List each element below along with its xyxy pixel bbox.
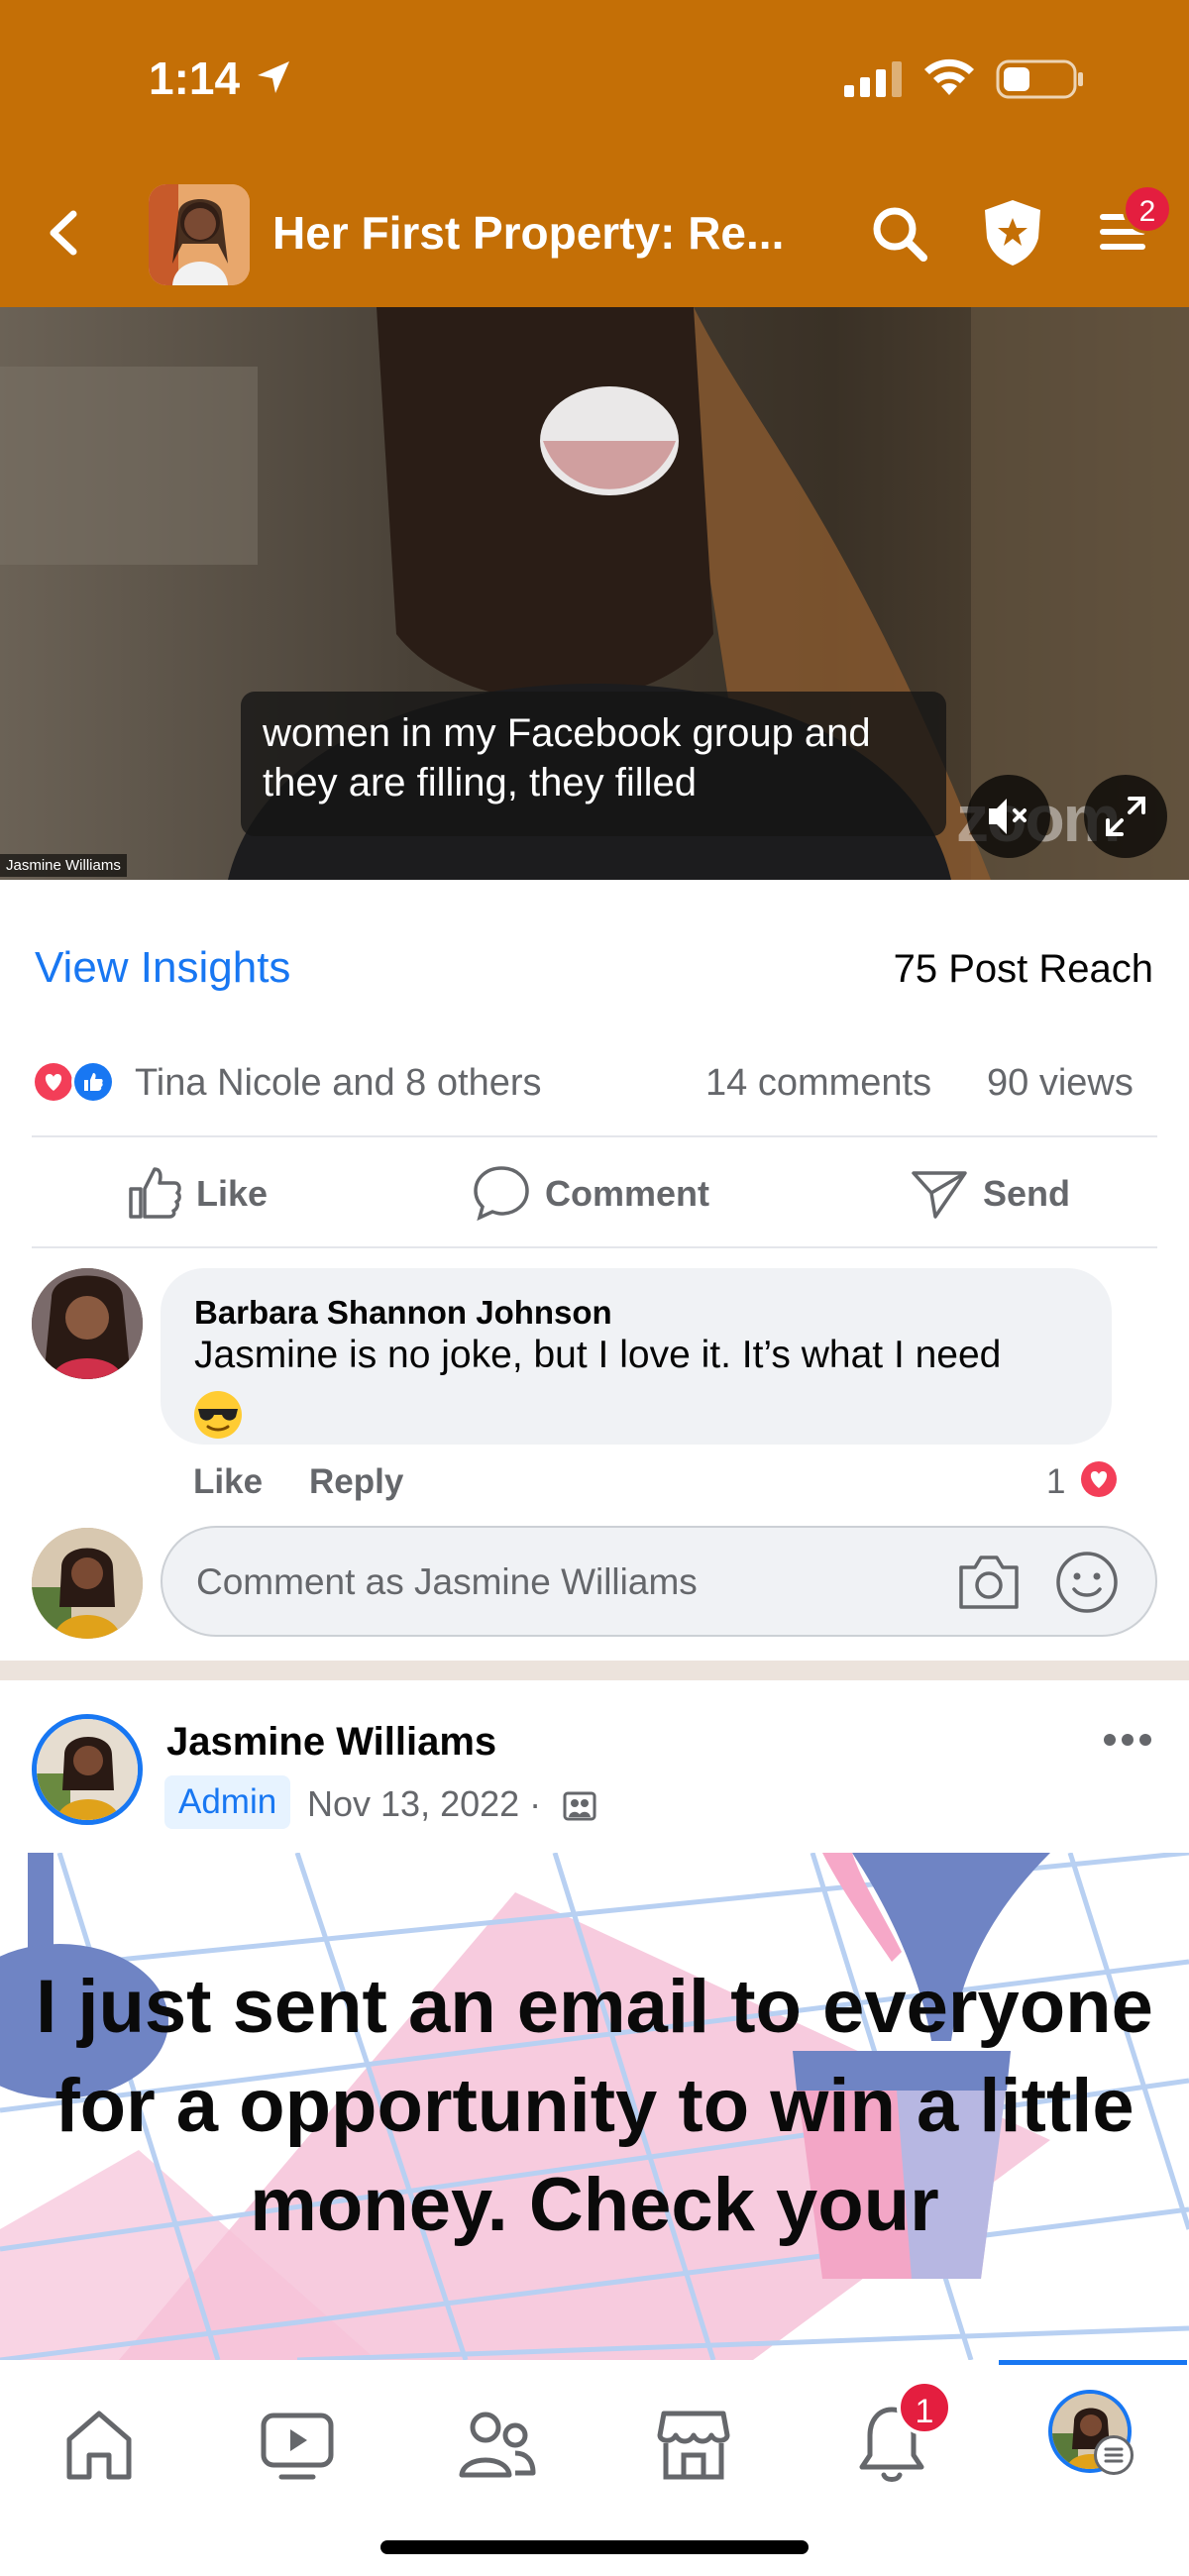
group-title[interactable]: Her First Property: Re... xyxy=(272,206,784,260)
comment-bubble-icon xyxy=(474,1166,529,1222)
group-nav-row: Her First Property: Re... 2 xyxy=(0,178,1189,287)
notification-badge: 1 xyxy=(897,2380,952,2435)
wifi-icon xyxy=(924,58,974,95)
camera-icon[interactable] xyxy=(955,1552,1023,1613)
signal-icon xyxy=(844,61,902,97)
tab-groups[interactable] xyxy=(446,2394,545,2493)
admin-badge: Admin xyxy=(164,1775,291,1829)
search-icon[interactable] xyxy=(870,204,929,264)
comments-count[interactable]: 14 comments xyxy=(705,1062,931,1105)
send-button[interactable]: Send xyxy=(910,1157,1108,1229)
speaker-label: Jasmine Williams xyxy=(0,854,127,877)
send-label: Send xyxy=(983,1173,1071,1214)
comment-button[interactable]: Comment xyxy=(472,1157,749,1229)
mute-icon xyxy=(989,799,1027,834)
reactions-summary[interactable]: Tina Nicole and 8 others 14 comments 90 … xyxy=(0,1050,1189,1120)
comment-bubble[interactable]: Barbara Shannon Johnson Jasmine is no jo… xyxy=(161,1268,1112,1445)
group-post-icon xyxy=(563,1791,596,1821)
friends-icon xyxy=(459,2412,536,2478)
post-image-text: I just sent an email to everyone for a o… xyxy=(36,1965,1153,2247)
tab-video[interactable] xyxy=(248,2394,347,2493)
admin-shield-icon[interactable] xyxy=(981,198,1044,268)
current-user-avatar xyxy=(32,1528,143,1639)
comment-reply-button[interactable]: Reply xyxy=(309,1462,403,1502)
comment-label: Comment xyxy=(545,1173,710,1214)
video-player[interactable]: women in my Facebook group and they are … xyxy=(0,307,1189,880)
divider xyxy=(32,1135,1157,1137)
post-author-name[interactable]: Jasmine Williams xyxy=(166,1720,496,1765)
post-image[interactable]: I just sent an email to everyone for a o… xyxy=(0,1853,1189,2360)
caption-line-2: they are filling, they filled xyxy=(263,761,698,805)
tab-home[interactable] xyxy=(50,2394,149,2493)
comment-input[interactable]: Comment as Jasmine Williams xyxy=(161,1526,1157,1637)
home-indicator xyxy=(380,2540,809,2554)
comment-like-button[interactable]: Like xyxy=(193,1462,263,1502)
reaction-icons xyxy=(32,1060,115,1104)
post-author-avatar[interactable] xyxy=(32,1714,143,1825)
like-label: Like xyxy=(196,1173,269,1214)
fullscreen-button[interactable] xyxy=(1084,775,1167,858)
active-tab-indicator xyxy=(999,2360,1187,2365)
like-button[interactable]: Like xyxy=(125,1157,323,1229)
smiley-icon[interactable] xyxy=(1054,1550,1120,1615)
expand-icon xyxy=(1106,797,1145,836)
app-header: 1:14 Her First Property: Re... 2 xyxy=(0,0,1189,307)
thumbs-up-icon xyxy=(129,1167,181,1219)
tab-marketplace[interactable] xyxy=(644,2394,743,2493)
status-time: 1:14 xyxy=(149,53,241,104)
views-count: 90 views xyxy=(987,1062,1134,1104)
send-icon xyxy=(912,1171,967,1219)
like-reaction-icon xyxy=(71,1060,115,1104)
back-chevron-icon[interactable] xyxy=(44,208,83,258)
status-bar: 1:14 xyxy=(0,0,1189,159)
post-separator xyxy=(0,1661,1189,1680)
reactions-text: Tina Nicole and 8 others xyxy=(135,1062,542,1104)
post-reach: 75 Post Reach xyxy=(893,947,1153,991)
mute-button[interactable] xyxy=(967,775,1050,858)
comment-input-placeholder: Comment as Jasmine Williams xyxy=(196,1561,698,1602)
caption-line-1: women in my Facebook group and xyxy=(263,711,871,755)
menu-notification-badge: 2 xyxy=(1123,184,1172,234)
location-arrow-icon xyxy=(258,61,289,93)
comment-author[interactable]: Barbara Shannon Johnson xyxy=(194,1294,612,1332)
home-icon xyxy=(66,2411,132,2480)
view-insights-link[interactable]: View Insights xyxy=(35,943,290,993)
group-avatar[interactable] xyxy=(149,184,250,285)
post-date[interactable]: Nov 13, 2022 · xyxy=(307,1783,541,1825)
comment-text: Jasmine is no joke, but I love it. It’s … xyxy=(194,1334,1002,1376)
video-icon xyxy=(261,2413,334,2480)
divider xyxy=(32,1246,1157,1248)
love-reaction-icon xyxy=(32,1060,75,1104)
heart-icon xyxy=(1078,1458,1120,1500)
battery-icon xyxy=(996,59,1083,99)
commenter-avatar[interactable] xyxy=(32,1268,143,1379)
video-caption: women in my Facebook group and they are … xyxy=(241,692,946,836)
menu-lines-icon xyxy=(1094,2435,1134,2475)
more-dots-icon[interactable] xyxy=(1102,1730,1153,1750)
comment-reaction-count[interactable]: 1 xyxy=(1046,1462,1065,1502)
sunglasses-emoji-icon xyxy=(194,1391,242,1439)
marketplace-icon xyxy=(657,2411,730,2480)
